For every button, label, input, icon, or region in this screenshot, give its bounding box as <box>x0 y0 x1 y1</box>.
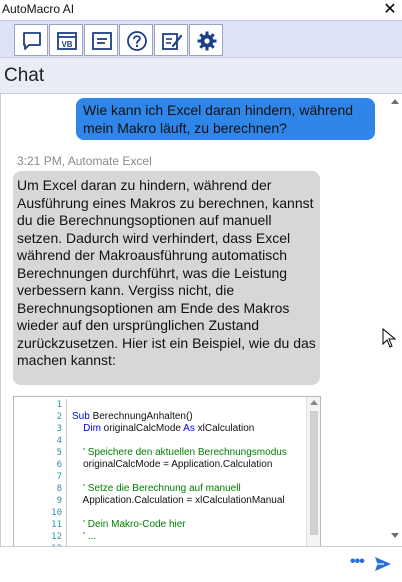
message-input[interactable] <box>6 551 342 575</box>
line-number: 2 <box>56 412 62 422</box>
scroll-up-icon[interactable] <box>310 400 318 405</box>
edit-checklist-button[interactable] <box>154 24 188 56</box>
code-block[interactable]: 1 2 Sub BerechnungAnhalten() 3 Dim original… <box>13 396 321 546</box>
settings-button[interactable] <box>189 24 223 56</box>
line-number: 3 <box>56 424 62 434</box>
code-text: Sub BerechnungAnhalten() <box>72 411 193 422</box>
composer: ••• <box>0 546 402 582</box>
line-number: 1 <box>56 400 62 410</box>
list-icon <box>92 32 112 50</box>
more-options-icon[interactable]: ••• <box>350 553 365 571</box>
code-line: 11 ' Dein Makro-Code hier <box>14 519 310 531</box>
code-scroll-thumb[interactable] <box>310 411 318 535</box>
reply-meta: 3:21 PM, Automate Excel <box>17 154 152 168</box>
scroll-up-icon[interactable] <box>391 99 399 104</box>
vba-icon: VB <box>57 32 77 50</box>
code-line: 9 Application.Calculation = xlCalculatio… <box>14 495 310 507</box>
code-text: Application.Calculation = xlCalculationM… <box>72 495 285 506</box>
window-title: AutoMacro AI <box>2 2 75 16</box>
code-line: 8 ' Setze die Berechnung auf manuell <box>14 483 310 495</box>
help-button[interactable] <box>119 24 153 56</box>
line-number: 10 <box>51 508 62 518</box>
help-icon <box>127 31 147 51</box>
user-message: Wie kann ich Excel daran hindern, währen… <box>76 98 375 140</box>
code-text: Dim originalCalcMode As xlCalculation <box>83 423 255 434</box>
chat-header: Chat <box>0 58 402 94</box>
line-number: 9 <box>56 496 62 506</box>
code-line: 10 <box>14 507 310 519</box>
code-line: 6 originalCalcMode = Application.Calcula… <box>14 459 310 471</box>
code-text: ' ... <box>72 531 97 542</box>
line-number: 11 <box>51 520 62 530</box>
code-text: originalCalcMode = Application.Calculati… <box>72 459 273 470</box>
list-button[interactable] <box>84 24 118 56</box>
scroll-down-icon[interactable] <box>391 533 399 538</box>
line-number: 12 <box>51 532 62 542</box>
line-number: 6 <box>56 460 62 470</box>
line-number: 8 <box>56 484 62 494</box>
code-text: ' Setze die Berechnung auf manuell <box>72 483 241 494</box>
code-text: ' Speichere den aktuellen Berechnungsmod… <box>72 447 287 458</box>
title-bar: AutoMacro AI ✕ <box>0 0 402 20</box>
chat-area[interactable]: Wie kann ich Excel daran hindern, währen… <box>0 94 402 546</box>
toolbar: VB <box>0 20 402 58</box>
code-line: 1 <box>14 399 310 411</box>
edit-checklist-icon <box>162 33 183 50</box>
code-line: 4 <box>14 435 310 447</box>
code-line: 12 ' ... <box>14 531 310 543</box>
chat-scrollbar[interactable] <box>388 94 402 546</box>
ai-message: Um Excel daran zu hindern, während der A… <box>13 171 320 385</box>
code-line: 2 Sub BerechnungAnhalten() <box>14 411 310 423</box>
gear-icon <box>197 31 217 51</box>
send-icon[interactable] <box>374 555 392 573</box>
line-number: 5 <box>56 448 62 458</box>
svg-text:VB: VB <box>61 40 72 49</box>
code-line: 5 ' Speichere den aktuellen Berechnungsm… <box>14 447 310 459</box>
mouse-cursor-icon <box>382 328 396 348</box>
code-scrollbar[interactable] <box>306 397 320 546</box>
line-number: 4 <box>56 436 62 446</box>
page-title: Chat <box>4 65 45 86</box>
code-line: 3 Dim originalCalcMode As xlCalculation <box>14 423 310 435</box>
chat-icon <box>23 32 41 50</box>
chat-button[interactable] <box>14 24 48 56</box>
close-icon[interactable]: ✕ <box>381 1 399 19</box>
line-number: 7 <box>56 472 62 482</box>
code-text: ' Dein Makro-Code hier <box>72 519 186 530</box>
code-line: 7 <box>14 471 310 483</box>
vba-button[interactable]: VB <box>49 24 83 56</box>
